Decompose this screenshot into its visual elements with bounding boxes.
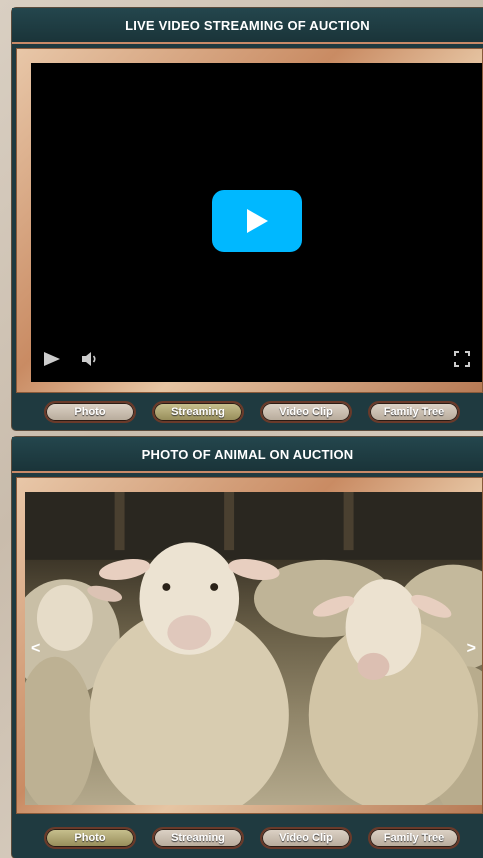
animal-photo-panel: PHOTO OF ANIMAL ON AUCTION < > Photo Str… (12, 437, 483, 858)
video-frame (16, 48, 483, 393)
tab-photo[interactable]: Photo (44, 401, 136, 423)
video-player[interactable] (31, 63, 482, 382)
tab-video-clip[interactable]: Video Clip (260, 401, 352, 423)
animal-photo: < > (25, 492, 482, 805)
fullscreen-icon (454, 351, 470, 367)
sheep-photo-illustration (25, 492, 482, 805)
big-play-button[interactable] (212, 190, 302, 252)
fullscreen-button[interactable] (454, 351, 470, 372)
photo-frame: < > (16, 477, 483, 814)
tab-family-tree[interactable]: Family Tree (368, 827, 460, 849)
play-icon (247, 209, 268, 233)
photo-panel-tabs: Photo Streaming Video Clip Family Tree (12, 820, 483, 856)
video-panel-title: LIVE VIDEO STREAMING OF AUCTION (12, 8, 483, 44)
tab-family-tree[interactable]: Family Tree (368, 401, 460, 423)
previous-photo-arrow[interactable]: < (31, 640, 40, 658)
volume-button[interactable] (81, 351, 99, 372)
next-photo-arrow[interactable]: > (467, 640, 476, 658)
tab-streaming[interactable]: Streaming (152, 401, 244, 423)
video-streaming-panel: LIVE VIDEO STREAMING OF AUCTION Photo St… (12, 8, 483, 430)
play-control-button[interactable] (43, 351, 61, 372)
volume-icon (82, 352, 96, 366)
tab-streaming[interactable]: Streaming (152, 827, 244, 849)
play-icon (44, 352, 60, 366)
tab-video-clip[interactable]: Video Clip (260, 827, 352, 849)
photo-panel-title: PHOTO OF ANIMAL ON AUCTION (12, 437, 483, 473)
video-panel-tabs: Photo Streaming Video Clip Family Tree (12, 394, 483, 430)
tab-photo[interactable]: Photo (44, 827, 136, 849)
